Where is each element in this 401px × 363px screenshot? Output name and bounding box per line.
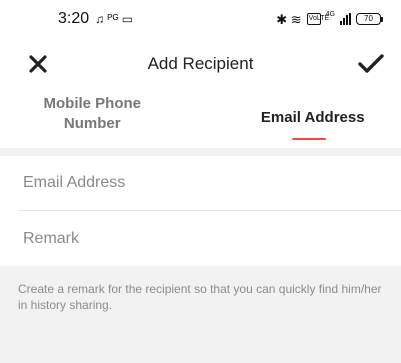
close-button[interactable] — [26, 52, 50, 76]
remark-input[interactable] — [23, 230, 383, 248]
title-bar: Add Recipient — [0, 44, 401, 84]
remark-field-row — [0, 212, 401, 266]
status-right: ✱ ≋ VoLTE 4G 70 — [276, 10, 383, 27]
field-divider — [18, 210, 401, 211]
status-bar: 3:20 ♫ ᴾᴳ ▭ ✱ ≋ VoLTE 4G 70 — [0, 0, 401, 38]
signal-icon — [340, 13, 351, 25]
status-left: 3:20 ♫ ᴾᴳ ▭ — [58, 10, 133, 28]
battery-icon: 70 — [356, 13, 383, 25]
active-tab-indicator — [291, 138, 326, 140]
page-title: Add Recipient — [147, 54, 254, 73]
recipient-type-tabs: Mobile Phone Number Email Address — [0, 90, 401, 146]
tab-label: Email Address — [260, 109, 365, 126]
tab-label: Mobile Phone Number — [43, 95, 142, 132]
email-field-row — [0, 156, 401, 210]
remark-hint: Create a remark for the recipient so tha… — [18, 282, 382, 312]
email-input[interactable] — [23, 174, 383, 192]
tab-email-address[interactable]: Email Address — [213, 90, 401, 146]
confirm-button[interactable] — [357, 52, 385, 76]
bluetooth-wifi-icons: ✱ ≋ — [276, 11, 302, 27]
section-divider — [0, 148, 401, 156]
close-icon — [29, 55, 47, 73]
notification-icons: ♫ ᴾᴳ ▭ — [95, 12, 134, 26]
battery-level: 70 — [356, 13, 381, 25]
checkmark-icon — [358, 54, 384, 73]
volte-icon: VoLTE — [306, 13, 329, 25]
network-type: 4G — [325, 10, 335, 18]
status-time: 3:20 — [58, 10, 90, 27]
tab-mobile-phone-number[interactable]: Mobile Phone Number — [0, 82, 213, 146]
hint-panel: Create a remark for the recipient so tha… — [0, 266, 401, 363]
